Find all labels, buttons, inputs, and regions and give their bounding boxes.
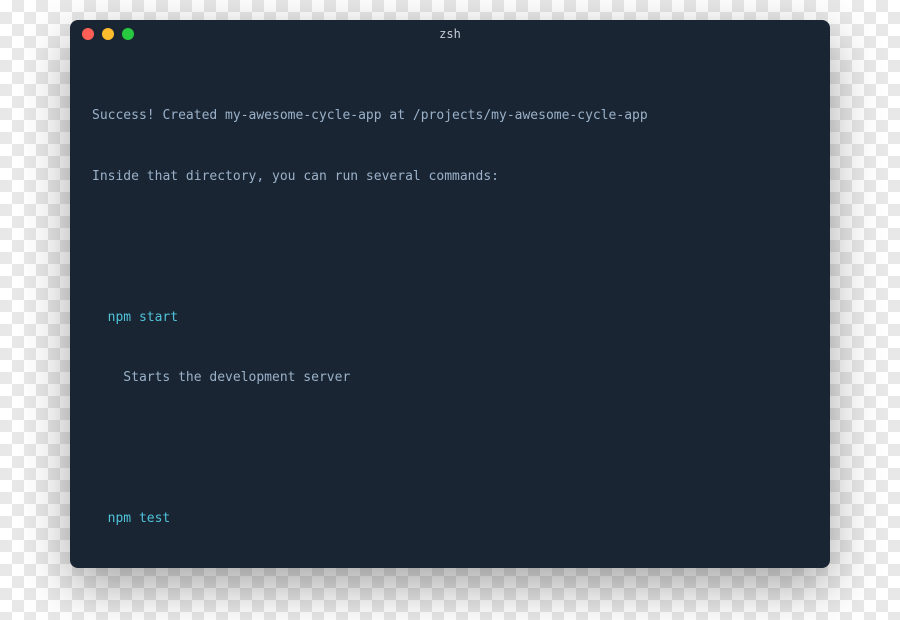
close-icon[interactable]	[82, 28, 94, 40]
blank-line	[92, 227, 808, 247]
terminal-body[interactable]: Success! Created my-awesome-cycle-app at…	[70, 48, 830, 568]
command-desc: Starts the development server	[92, 368, 808, 388]
terminal-window: zsh Success! Created my-awesome-cycle-ap…	[70, 20, 830, 568]
output-line: Inside that directory, you can run sever…	[92, 167, 808, 187]
minimize-icon[interactable]	[102, 28, 114, 40]
traffic-lights	[82, 28, 134, 40]
command-label: npm start	[92, 308, 808, 328]
output-line: Success! Created my-awesome-cycle-app at…	[92, 106, 808, 126]
blank-line	[92, 429, 808, 449]
titlebar: zsh	[70, 20, 830, 48]
command-label: npm test	[92, 509, 808, 529]
window-title: zsh	[70, 27, 830, 41]
maximize-icon[interactable]	[122, 28, 134, 40]
